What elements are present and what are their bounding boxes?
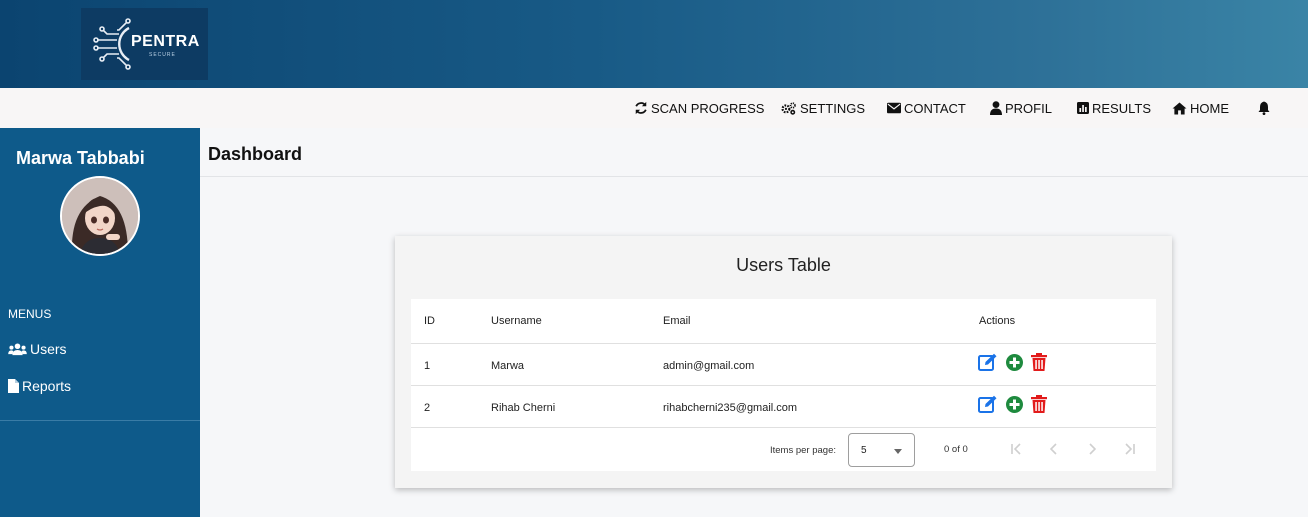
users-table-card: Users Table ID Username Email Actions 1 … — [395, 236, 1172, 488]
first-page-icon[interactable] — [1008, 441, 1024, 457]
row-1-email: admin@gmail.com — [663, 360, 755, 372]
top-banner: PENTRA SECURE — [0, 0, 1308, 88]
next-page-icon[interactable] — [1084, 441, 1100, 457]
file-icon — [8, 379, 19, 393]
bell-icon — [1258, 101, 1270, 115]
trash-icon[interactable] — [1031, 353, 1047, 371]
users-table-title: Users Table — [736, 255, 831, 275]
nav-home-label: HOME — [1190, 100, 1229, 116]
previous-page-icon[interactable] — [1046, 441, 1062, 457]
chevron-down-icon — [894, 449, 902, 454]
sidebar-item-reports-label: Reports — [22, 378, 72, 394]
menus-heading: MENUS — [8, 307, 52, 321]
brand-tagline: SECURE — [149, 52, 176, 58]
users-icon — [8, 342, 27, 355]
avatar[interactable] — [60, 176, 140, 256]
row-2-id: 2 — [424, 402, 431, 414]
nav-profil[interactable]: PROFIL — [990, 88, 1052, 128]
sidebar-divider — [0, 420, 200, 421]
users-table: ID Username Email Actions 1 Marwa admin@… — [411, 299, 1156, 471]
edit-icon[interactable] — [978, 395, 998, 414]
page-size-select[interactable]: 5 — [848, 433, 915, 467]
row-2-email: rihabcherni235@gmail.com — [663, 402, 798, 414]
column-header-id: ID — [424, 315, 435, 327]
sidebar-item-users[interactable]: Users — [8, 341, 67, 357]
column-header-email: Email — [663, 315, 691, 327]
avatar-image — [62, 178, 138, 254]
nav-results-label: RESULTS — [1092, 100, 1151, 116]
sidebar: Marwa Tabbabi MENUS Users Reports — [0, 128, 200, 517]
page-header: Dashboard — [200, 128, 1308, 177]
nav-scan-progress[interactable]: SCAN PROGRESS — [634, 88, 764, 128]
items-per-page-label: Items per page: — [770, 445, 837, 456]
brand-name: PENTRA — [131, 33, 200, 50]
nav-settings-label: SETTINGS — [800, 100, 866, 116]
home-icon — [1172, 101, 1187, 115]
row-divider — [411, 385, 1156, 386]
nav-home[interactable]: HOME — [1172, 88, 1229, 128]
user-icon — [990, 101, 1002, 115]
column-header-username: Username — [491, 315, 542, 327]
nav-contact[interactable]: CONTACT — [887, 88, 966, 128]
gears-icon — [781, 102, 796, 115]
trash-icon[interactable] — [1031, 395, 1047, 413]
sidebar-item-reports[interactable]: Reports — [8, 378, 71, 394]
row-1-id: 1 — [424, 360, 431, 372]
row-2-username: Rihab Cherni — [491, 402, 556, 414]
nav-contact-label: CONTACT — [904, 100, 966, 116]
sidebar-item-users-label: Users — [30, 341, 67, 357]
add-circle-icon[interactable] — [1006, 354, 1023, 371]
nav-scan-progress-label: SCAN PROGRESS — [651, 100, 765, 116]
page-title: Dashboard — [208, 144, 303, 164]
page-size-value: 5 — [861, 445, 867, 456]
nav-profil-label: PROFIL — [1005, 100, 1052, 116]
pentra-logo[interactable]: PENTRA SECURE — [81, 8, 208, 80]
page-range-label: 0 of 0 — [944, 444, 968, 455]
main-navbar: SCAN PROGRESS SETTINGS CONTACT PROFIL RE… — [0, 88, 1308, 128]
last-page-icon[interactable] — [1122, 441, 1138, 457]
nav-settings[interactable]: SETTINGS — [780, 88, 865, 128]
nav-results[interactable]: RESULTS — [1077, 88, 1151, 128]
column-header-actions: Actions — [979, 315, 1016, 327]
bar-chart-icon — [1077, 102, 1089, 114]
envelope-icon — [887, 102, 901, 114]
notifications-bell-button[interactable] — [1258, 88, 1273, 128]
refresh-icon — [635, 101, 647, 115]
row-divider — [411, 427, 1156, 428]
row-1-username: Marwa — [491, 360, 525, 372]
edit-icon[interactable] — [978, 353, 998, 372]
sidebar-user-name: Marwa Tabbabi — [16, 148, 145, 168]
add-circle-icon[interactable] — [1006, 396, 1023, 413]
header-divider — [411, 343, 1156, 344]
